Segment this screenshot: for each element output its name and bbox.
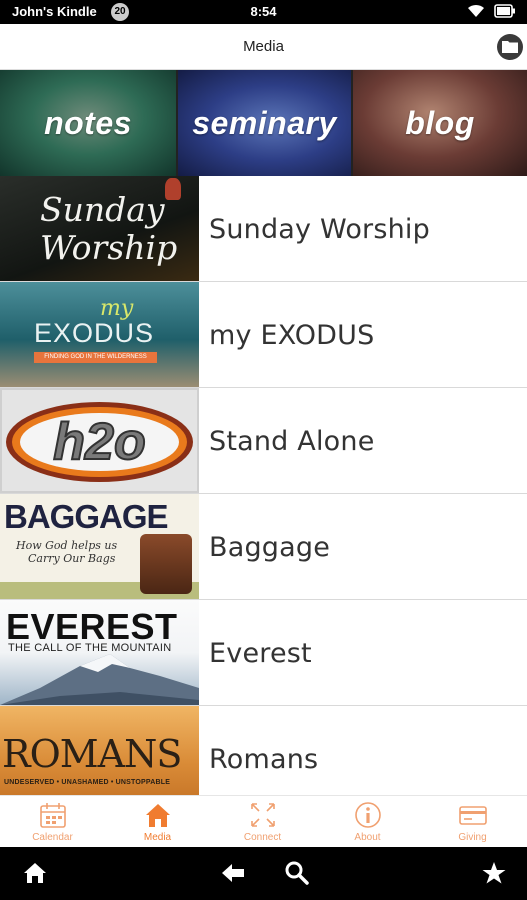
tab-label: About <box>354 832 381 843</box>
series-row-everest[interactable]: EVEREST THE CALL OF THE MOUNTAIN Everest <box>0 600 527 706</box>
tab-about[interactable]: About <box>315 796 420 848</box>
thumbnail-text: How God helps us <box>16 539 118 552</box>
tab-label: Media <box>143 832 172 843</box>
battery-icon <box>494 4 516 23</box>
notes-tile[interactable]: notes <box>0 70 176 176</box>
home-icon <box>24 863 46 883</box>
seminary-tile-label: seminary <box>192 104 337 141</box>
series-row-my-exodus[interactable]: my EXODUS FINDING GOD IN THE WILDERNESS … <box>0 282 527 388</box>
thumbnail-text: Worship <box>40 228 178 267</box>
thumbnail-text: UNDESERVED • UNASHAMED • UNSTOPPABLE <box>4 779 171 786</box>
clock: 8:54 <box>250 4 277 19</box>
series-list: Sunday Worship Sunday Worship my EXODUS … <box>0 176 527 795</box>
back-nav-button[interactable] <box>220 860 246 891</box>
thumbnail-text: EXODUS <box>34 318 155 348</box>
series-row-baggage[interactable]: BAGGAGE How God helps us Carry Our Bags … <box>0 494 527 600</box>
calendar-icon <box>40 803 66 828</box>
card-icon <box>459 806 487 825</box>
series-row-stand-alone[interactable]: h2o Stand Alone <box>0 388 527 494</box>
tab-label: Giving <box>458 832 487 843</box>
star-icon <box>482 862 506 884</box>
system-nav-bar <box>0 847 527 900</box>
tab-label: Calendar <box>32 832 73 843</box>
thumbnail-text: ROMANS <box>2 732 182 776</box>
seminary-tile[interactable]: seminary <box>178 70 351 176</box>
tab-calendar[interactable]: Calendar <box>0 796 105 848</box>
raised-hand-graphic <box>165 178 181 200</box>
series-thumbnail: Sunday Worship <box>0 176 199 281</box>
series-thumbnail: ROMANS UNDESERVED • UNASHAMED • UNSTOPPA… <box>0 706 199 795</box>
suitcase-graphic <box>140 534 192 594</box>
page-title: Media <box>243 38 284 55</box>
search-icon <box>285 861 309 885</box>
series-thumbnail: BAGGAGE How God helps us Carry Our Bags <box>0 494 199 599</box>
mountain-graphic <box>0 654 199 705</box>
series-title: Baggage <box>209 532 331 563</box>
back-arrow-icon <box>222 864 244 882</box>
thumbnail-text: FINDING GOD IN THE WILDERNESS <box>34 352 157 363</box>
series-thumbnail: my EXODUS FINDING GOD IN THE WILDERNESS <box>0 282 199 387</box>
series-title: Sunday Worship <box>209 214 430 245</box>
thumbnail-text: BAGGAGE <box>4 498 169 535</box>
blog-tile-label: blog <box>405 104 475 141</box>
notes-tile-label: notes <box>44 104 132 141</box>
home-nav-button[interactable] <box>22 860 48 891</box>
favorites-nav-button[interactable] <box>481 860 507 891</box>
h2o-logo: h2o <box>52 412 146 472</box>
folder-button[interactable] <box>497 34 523 60</box>
tab-connect[interactable]: Connect <box>210 796 315 848</box>
series-title: Romans <box>209 744 319 775</box>
series-title: Everest <box>209 638 312 669</box>
category-tiles: notes seminary blog <box>0 70 527 176</box>
bottom-tab-bar: Calendar Media Connect About Giving <box>0 795 527 847</box>
status-bar: John's Kindle 20 8:54 <box>0 0 527 24</box>
connect-icon <box>251 803 275 827</box>
tab-giving[interactable]: Giving <box>420 796 525 848</box>
thumbnail-text: Sunday <box>40 190 165 229</box>
series-title: my EXODUS <box>209 320 375 351</box>
wifi-icon <box>466 3 486 24</box>
search-nav-button[interactable] <box>284 860 310 891</box>
info-icon <box>355 802 381 828</box>
app-header: Media <box>0 24 527 70</box>
series-row-sunday-worship[interactable]: Sunday Worship Sunday Worship <box>0 176 527 282</box>
tab-media[interactable]: Media <box>105 796 210 848</box>
series-thumbnail: EVEREST THE CALL OF THE MOUNTAIN <box>0 600 199 705</box>
series-row-romans[interactable]: ROMANS UNDESERVED • UNASHAMED • UNSTOPPA… <box>0 706 527 795</box>
series-thumbnail: h2o <box>0 388 199 493</box>
folder-icon <box>502 41 518 53</box>
thumbnail-text: THE CALL OF THE MOUNTAIN <box>8 642 172 654</box>
blog-tile[interactable]: blog <box>353 70 527 176</box>
thumbnail-text: Carry Our Bags <box>28 552 116 565</box>
series-title: Stand Alone <box>209 426 375 457</box>
home-icon <box>146 804 170 827</box>
tab-label: Connect <box>243 832 282 843</box>
